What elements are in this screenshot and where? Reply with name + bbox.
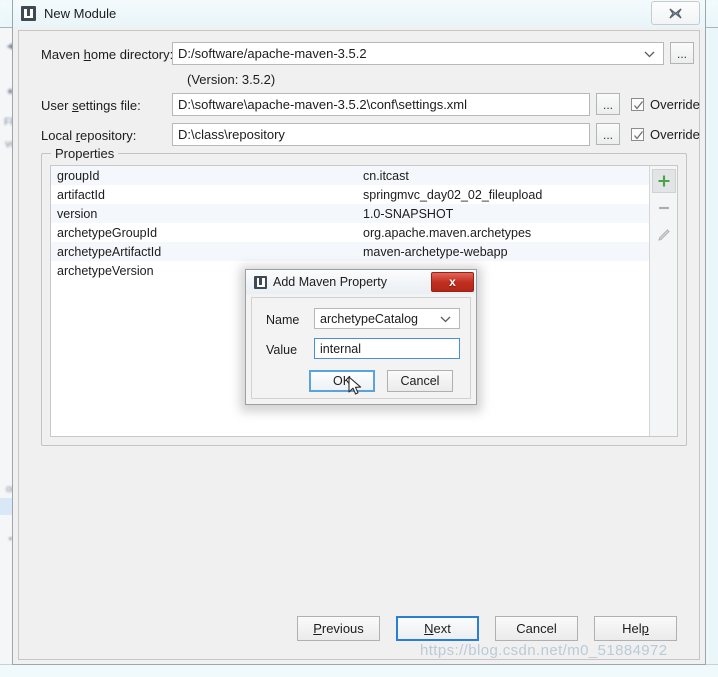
cancel-button[interactable]: Cancel	[495, 616, 578, 641]
property-value: 1.0-SNAPSHOT	[363, 206, 454, 221]
screen: ◀ ✷ FP vo or • New Module Maven home dir…	[0, 0, 718, 677]
property-value: org.apache.maven.archetypes	[363, 225, 532, 240]
window-close-button[interactable]	[651, 1, 700, 25]
modal-cancel-button[interactable]: Cancel	[387, 370, 453, 392]
value-text: internal	[320, 341, 361, 356]
local-repository-input[interactable]: D:\class\repository	[172, 123, 590, 146]
remove-property-button[interactable]	[652, 196, 676, 220]
maven-home-value: D:/software/apache-maven-3.5.2	[178, 46, 367, 61]
checkbox-checked-icon	[631, 98, 644, 111]
previous-label-accel: P	[313, 621, 322, 636]
help-label-accel: p	[641, 621, 649, 636]
next-button[interactable]: Next	[396, 616, 479, 641]
user-settings-label-post: ettings file:	[78, 98, 141, 113]
minus-icon	[658, 206, 669, 210]
next-label-accel: N	[424, 621, 434, 636]
help-label-pre: Hel	[622, 621, 642, 636]
local-repository-browse-button[interactable]: ...	[596, 123, 620, 145]
name-label: Name	[266, 313, 300, 327]
table-row[interactable]: artifactId springmvc_day02_02_fileupload	[51, 185, 649, 204]
modal-close-button[interactable]: x	[431, 272, 474, 292]
cancel-label-pre: Cancel	[516, 621, 557, 636]
table-row[interactable]: groupId cn.itcast	[51, 166, 649, 185]
dialog-titlebar: New Module	[13, 0, 705, 27]
local-repository-override-label: Override	[650, 127, 700, 142]
user-settings-override-label: Override	[650, 97, 700, 112]
name-value: archetypeCatalog	[320, 311, 418, 326]
properties-group-title: Properties	[51, 146, 119, 161]
property-key: archetypeArtifactId	[57, 244, 162, 259]
next-label-post: ext	[433, 621, 451, 636]
local-repository-label-pre: Local	[41, 128, 76, 143]
backdrop-status-bar	[0, 664, 718, 677]
maven-home-browse-button[interactable]: ...	[670, 42, 694, 64]
previous-label-post: revious	[321, 621, 364, 636]
maven-home-label-post: ome directory:	[90, 47, 174, 62]
property-key: groupId	[57, 168, 100, 183]
local-repository-label-post: epository:	[80, 128, 137, 143]
table-row[interactable]: archetypeGroupId org.apache.maven.archety…	[51, 223, 649, 242]
intellij-idea-icon	[21, 6, 36, 21]
property-value: cn.itcast	[363, 168, 409, 183]
plus-icon	[658, 175, 669, 187]
property-key: version	[57, 206, 98, 221]
chevron-down-icon	[644, 51, 655, 57]
local-repository-override-checkbox[interactable]: Override	[631, 127, 700, 142]
maven-home-label: Maven home directory:	[41, 47, 173, 62]
local-repository-label: Local repository:	[41, 128, 136, 143]
maven-home-combo[interactable]: D:/software/apache-maven-3.5.2	[172, 42, 664, 65]
maven-home-label-accel: h	[83, 47, 91, 62]
properties-table-toolbar	[649, 166, 677, 436]
property-value: maven-archetype-webapp	[363, 244, 508, 259]
chevron-down-icon	[440, 316, 451, 322]
close-icon: x	[449, 275, 456, 289]
value-label: Value	[266, 343, 298, 357]
local-repository-value: D:\class\repository	[178, 127, 285, 142]
modal-ok-button[interactable]: OK	[309, 370, 375, 392]
user-settings-override-checkbox[interactable]: Override	[631, 97, 700, 112]
checkbox-checked-icon	[631, 128, 644, 141]
add-property-button[interactable]	[651, 169, 676, 193]
backdrop-right-strip	[708, 28, 718, 677]
previous-button[interactable]: Previous	[297, 616, 380, 641]
dialog-title: New Module	[44, 6, 117, 21]
modal-body: Name archetypeCatalog Value internal OK …	[251, 297, 471, 399]
property-key: artifactId	[57, 187, 105, 202]
user-settings-browse-button[interactable]: ...	[596, 93, 620, 115]
table-row[interactable]: archetypeArtifactId maven-archetype-webap…	[51, 242, 649, 261]
table-row[interactable]: version 1.0-SNAPSHOT	[51, 204, 649, 223]
user-settings-value: D:\software\apache-maven-3.5.2\conf\sett…	[178, 97, 468, 112]
maven-version-note: (Version: 3.5.2)	[187, 72, 276, 87]
property-value: springmvc_day02_02_fileupload	[363, 187, 543, 202]
value-input[interactable]: internal	[314, 338, 460, 359]
dialog-button-row: Previous Next Cancel Hel p	[19, 616, 701, 641]
add-maven-property-dialog: Add Maven Property x Name archetypeCatal…	[245, 269, 477, 405]
user-settings-label: User settings file:	[41, 98, 141, 113]
help-button[interactable]: Hel p	[594, 616, 677, 641]
user-settings-input[interactable]: D:\software\apache-maven-3.5.2\conf\sett…	[172, 93, 590, 116]
edit-property-button[interactable]	[652, 223, 676, 247]
user-settings-label-pre: User	[41, 98, 73, 113]
pencil-icon	[658, 228, 670, 241]
modal-title: Add Maven Property	[273, 275, 387, 289]
intellij-idea-icon	[254, 275, 267, 289]
name-combo[interactable]: archetypeCatalog	[314, 308, 460, 329]
maven-home-label-pre: Maven	[41, 47, 84, 62]
property-key: archetypeGroupId	[57, 225, 158, 240]
